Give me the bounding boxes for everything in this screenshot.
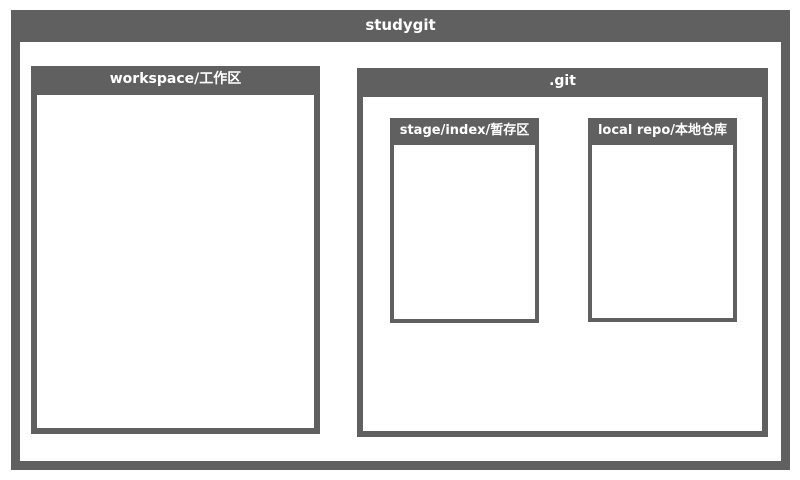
git-title: .git (363, 68, 762, 97)
workspace-title: workspace/工作区 (37, 66, 314, 95)
local-repo-title: local repo/本地仓库 (592, 118, 733, 145)
stage-index-title: stage/index/暂存区 (394, 118, 535, 145)
workspace-box: workspace/工作区 (31, 66, 320, 434)
local-repo-box: local repo/本地仓库 (588, 118, 737, 322)
studygit-title: studygit (20, 10, 781, 42)
stage-index-box: stage/index/暂存区 (390, 118, 539, 323)
